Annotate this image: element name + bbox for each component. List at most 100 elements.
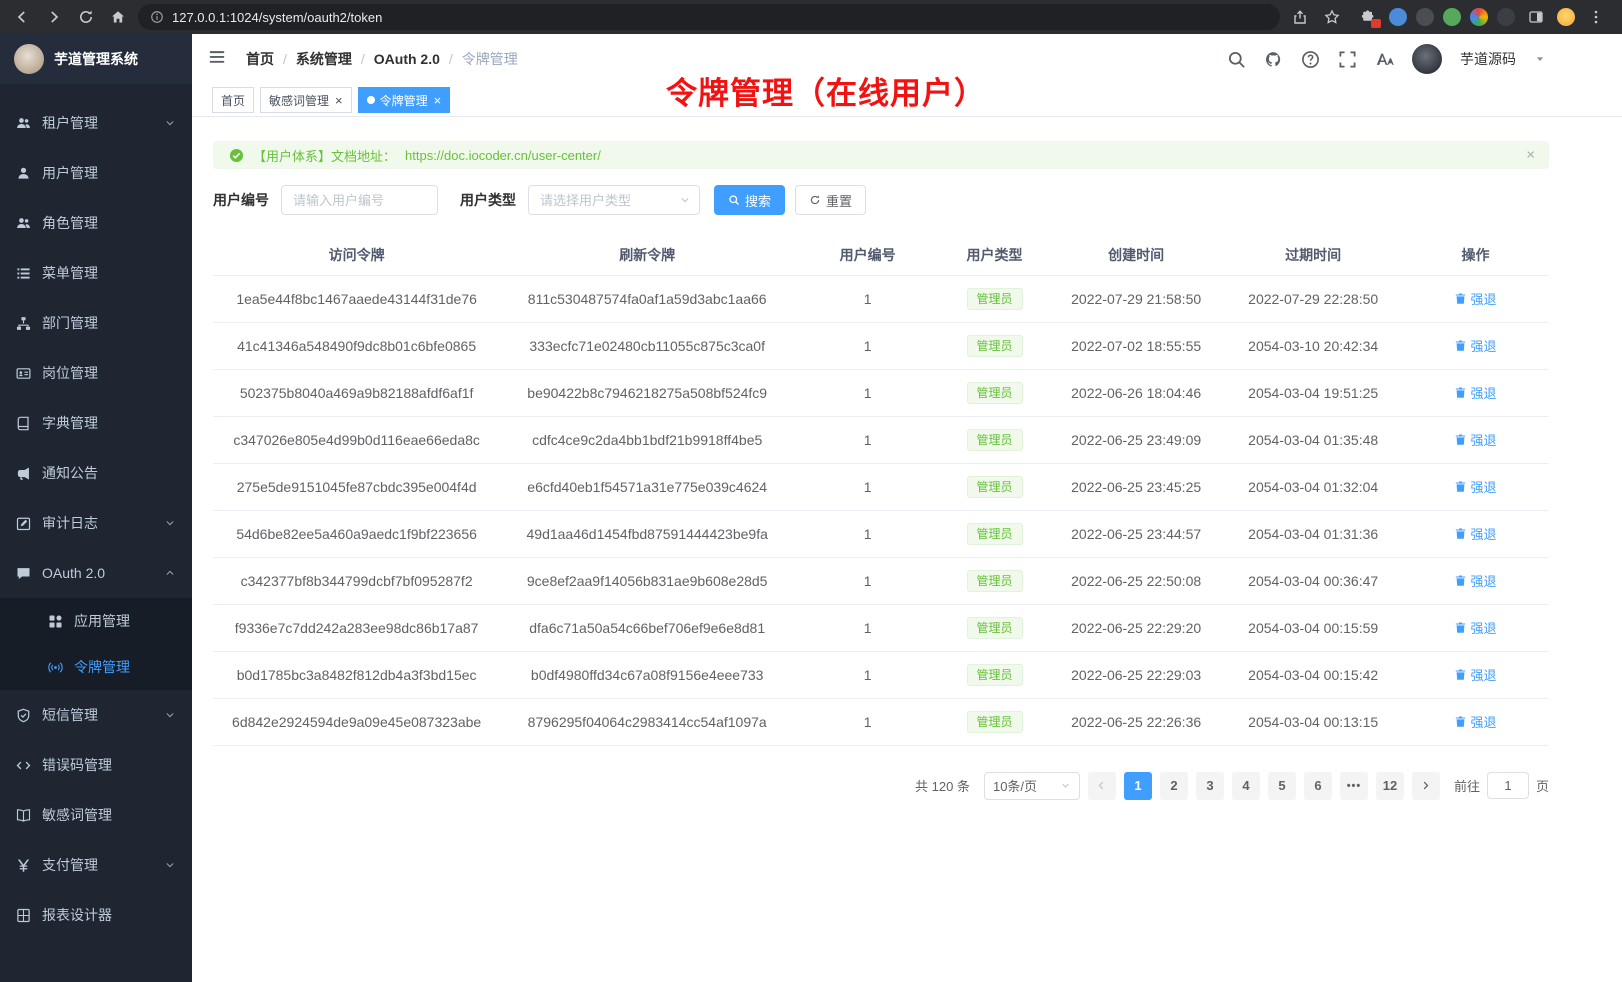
more-pages-button[interactable]: ••• <box>1340 772 1368 800</box>
user-type-select-input[interactable] <box>528 185 700 215</box>
share-icon[interactable] <box>1288 5 1312 29</box>
force-logout-button[interactable]: 强退 <box>1454 618 1496 637</box>
page-button-12[interactable]: 12 <box>1376 772 1404 800</box>
breadcrumb-item[interactable]: 首页 <box>246 49 274 69</box>
search-button[interactable]: 搜索 <box>714 185 785 215</box>
force-logout-button[interactable]: 强退 <box>1454 524 1496 543</box>
extensions-puzzle-icon[interactable] <box>1356 5 1380 29</box>
address-bar[interactable]: 127.0.0.1:1024/system/oauth2/token <box>138 4 1280 30</box>
reset-button[interactable]: 重置 <box>795 185 866 215</box>
prev-page-button[interactable] <box>1088 772 1116 800</box>
user-type-cell: 管理员 <box>941 604 1048 651</box>
user-id-cell: 1 <box>794 463 941 510</box>
fullscreen-icon[interactable] <box>1338 50 1357 69</box>
sidebar-item-notice[interactable]: 通知公告 <box>0 448 192 498</box>
chevron-down-icon <box>164 117 176 129</box>
user-id-input[interactable] <box>281 185 438 215</box>
page-button-5[interactable]: 5 <box>1268 772 1296 800</box>
page-button-4[interactable]: 4 <box>1232 772 1260 800</box>
breadcrumb-item[interactable]: OAuth 2.0 <box>374 51 440 67</box>
user-id-cell: 1 <box>794 604 941 651</box>
sidebar-item-dept[interactable]: 部门管理 <box>0 298 192 348</box>
github-icon[interactable] <box>1264 50 1283 69</box>
sidebar-item-role[interactable]: 角色管理 <box>0 198 192 248</box>
next-page-button[interactable] <box>1412 772 1440 800</box>
force-logout-button[interactable]: 强退 <box>1454 571 1496 590</box>
force-logout-button[interactable]: 强退 <box>1454 289 1496 308</box>
sidebar-item-app[interactable]: 应用管理 <box>0 598 192 644</box>
force-logout-button[interactable]: 强退 <box>1454 336 1496 355</box>
pagination: 共 120 条 10条/页 123456•••12 前往 页 <box>213 772 1549 800</box>
sidebar-item-token[interactable]: 令牌管理 <box>0 644 192 690</box>
logo-avatar <box>14 44 44 74</box>
sidebar-item-sms[interactable]: 短信管理 <box>0 690 192 740</box>
browser-reload-icon[interactable] <box>74 5 98 29</box>
sidebar-item-report[interactable]: 报表设计器 <box>0 890 192 940</box>
browser-back-icon[interactable] <box>10 5 34 29</box>
force-logout-label: 强退 <box>1470 477 1496 496</box>
expire-time-cell: 2054-03-10 20:42:34 <box>1224 322 1402 369</box>
access-token-cell: c342377bf8b344799dcbf7bf095287f2 <box>213 557 500 604</box>
sidebar-item-post[interactable]: 岗位管理 <box>0 348 192 398</box>
split-view-icon[interactable] <box>1524 5 1548 29</box>
browser-menu-icon[interactable] <box>1584 5 1608 29</box>
browser-forward-icon[interactable] <box>42 5 66 29</box>
breadcrumb-item[interactable]: 系统管理 <box>296 49 352 69</box>
close-icon[interactable]: × <box>434 94 442 107</box>
tab-home[interactable]: 首页 <box>212 87 254 113</box>
sidebar-item-sensitive[interactable]: 敏感词管理 <box>0 790 192 840</box>
sidebar-item-audit[interactable]: 审计日志 <box>0 498 192 548</box>
force-logout-button[interactable]: 强退 <box>1454 665 1496 684</box>
browser-home-icon[interactable] <box>106 5 130 29</box>
sidebar-item-pay[interactable]: 支付管理 <box>0 840 192 890</box>
page-size-select[interactable]: 10条/页 <box>984 772 1080 800</box>
search-button-label: 搜索 <box>745 191 771 210</box>
force-logout-button[interactable]: 强退 <box>1454 430 1496 449</box>
chevron-down-icon[interactable] <box>1534 53 1546 65</box>
breadcrumb-item[interactable]: 令牌管理 <box>462 49 518 69</box>
column-header: 访问令牌 <box>213 235 500 275</box>
extension-icon[interactable] <box>1389 8 1407 26</box>
collapse-sidebar-icon[interactable] <box>208 48 230 70</box>
bookmark-star-icon[interactable] <box>1320 5 1344 29</box>
sidebar-item-menu[interactable]: 菜单管理 <box>0 248 192 298</box>
sidebar-item-tenant[interactable]: 租户管理 <box>0 98 192 148</box>
close-icon[interactable]: × <box>335 94 343 107</box>
force-logout-button[interactable]: 强退 <box>1454 477 1496 496</box>
page-button-1[interactable]: 1 <box>1124 772 1152 800</box>
close-icon[interactable]: × <box>1526 147 1535 164</box>
sidebar-item-dict[interactable]: 字典管理 <box>0 398 192 448</box>
font-size-icon[interactable] <box>1375 50 1394 69</box>
extension-icon[interactable] <box>1443 8 1461 26</box>
help-icon[interactable] <box>1301 50 1320 69</box>
user-avatar[interactable] <box>1412 44 1442 74</box>
force-logout-button[interactable]: 强退 <box>1454 383 1496 402</box>
force-logout-label: 强退 <box>1470 430 1496 449</box>
extension-icon[interactable] <box>1416 8 1434 26</box>
page-button-3[interactable]: 3 <box>1196 772 1224 800</box>
tab-sensitive[interactable]: 敏感词管理× <box>260 87 352 113</box>
user-type-cell: 管理员 <box>941 322 1048 369</box>
goto-page-input[interactable] <box>1487 772 1529 799</box>
alert-doc-link[interactable]: https://doc.iocoder.cn/user-center/ <box>405 148 601 163</box>
search-form: 用户编号 用户类型 搜索 重置 <box>213 185 1549 215</box>
page-button-6[interactable]: 6 <box>1304 772 1332 800</box>
user-type-select[interactable] <box>528 185 700 215</box>
user-id-cell: 1 <box>794 369 941 416</box>
force-logout-button[interactable]: 强退 <box>1454 712 1496 731</box>
tab-token[interactable]: 令牌管理× <box>358 87 451 113</box>
sidebar-item-user[interactable]: 用户管理 <box>0 148 192 198</box>
extension-icon[interactable] <box>1470 8 1488 26</box>
refresh-token-cell: cdfc4ce9c2da4bb1bdf21b9918ff4be5 <box>500 416 794 463</box>
search-icon[interactable] <box>1227 50 1246 69</box>
sidebar-item-errorcode[interactable]: 错误码管理 <box>0 740 192 790</box>
browser-profile-avatar[interactable] <box>1557 8 1575 26</box>
page-button-2[interactable]: 2 <box>1160 772 1188 800</box>
sidebar-item-oauth[interactable]: OAuth 2.0 <box>0 548 192 598</box>
extension-icon[interactable] <box>1497 8 1515 26</box>
force-logout-label: 强退 <box>1470 289 1496 308</box>
site-info-icon[interactable] <box>150 10 164 24</box>
app-title: 芋道管理系统 <box>54 49 138 69</box>
user-name[interactable]: 芋道源码 <box>1460 49 1516 69</box>
app-logo[interactable]: 芋道管理系统 <box>0 34 192 84</box>
